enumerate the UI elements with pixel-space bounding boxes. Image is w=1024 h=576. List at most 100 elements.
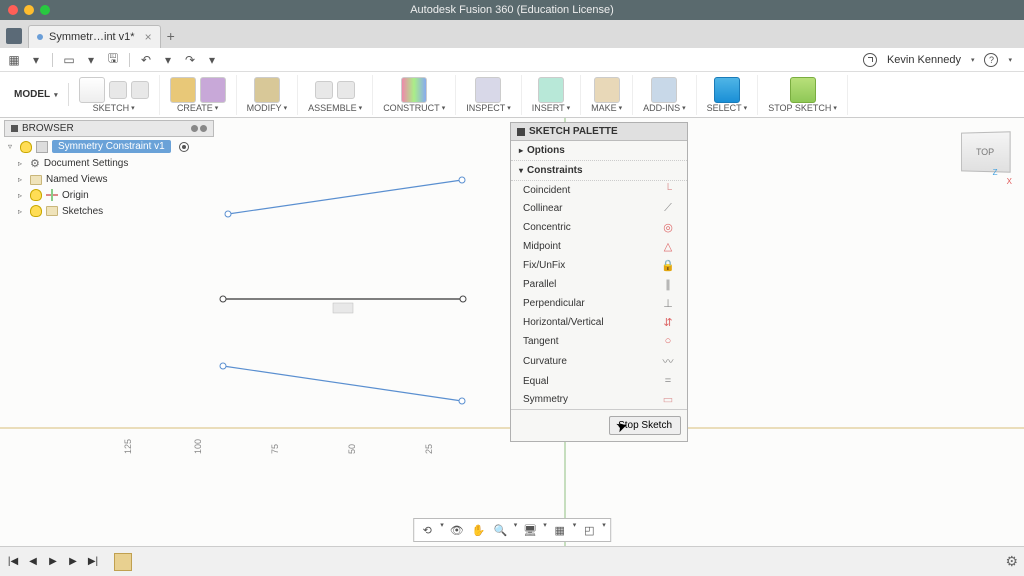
redo-button[interactable]: ↷ bbox=[182, 52, 198, 68]
pan-button[interactable]: ✋ bbox=[470, 521, 488, 539]
new-tab-button[interactable]: + bbox=[167, 28, 175, 48]
inspect-group-label[interactable]: INSPECT▾ bbox=[466, 103, 511, 113]
timeline-play-button[interactable]: ▶ bbox=[46, 555, 60, 569]
undo-button[interactable]: ↶ bbox=[138, 52, 154, 68]
constraint-collinear[interactable]: Collinear⟋ bbox=[511, 199, 687, 218]
browser-pin-icon-2[interactable] bbox=[200, 125, 207, 132]
minimize-window-button[interactable] bbox=[24, 5, 34, 15]
display-button[interactable]: 🖥 bbox=[521, 521, 539, 539]
visibility-bulb-icon[interactable] bbox=[30, 205, 42, 217]
constraint-tangent[interactable]: Tangent○ bbox=[511, 332, 687, 350]
constraint-coincident[interactable]: Coincident└ bbox=[511, 181, 687, 199]
tree-item-document-settings[interactable]: ▹⚙ Document Settings bbox=[4, 155, 214, 172]
viewport-button[interactable]: ◰ bbox=[580, 521, 598, 539]
constraint-fix-unfix[interactable]: Fix/UnFix🔒 bbox=[511, 256, 687, 275]
palette-header[interactable]: SKETCH PALETTE bbox=[511, 123, 687, 141]
help-icon[interactable]: ? bbox=[984, 53, 998, 67]
viewport-dropdown[interactable]: ▾ bbox=[602, 521, 606, 539]
sketch-rect-icon[interactable] bbox=[131, 81, 149, 99]
zoom-button[interactable]: 🔍 bbox=[492, 521, 510, 539]
tree-item-origin[interactable]: ▹ Origin bbox=[4, 187, 214, 203]
insert-group-label[interactable]: INSERT▾ bbox=[532, 103, 570, 113]
tree-root-label: Symmetry Constraint v1 bbox=[52, 140, 171, 153]
tree-root[interactable]: ▿ Symmetry Constraint v1 bbox=[4, 138, 214, 155]
plane-icon[interactable] bbox=[401, 77, 427, 103]
data-panel-dropdown[interactable]: ▾ bbox=[28, 52, 44, 68]
constraint-parallel[interactable]: Parallel∥ bbox=[511, 275, 687, 294]
constraint-perpendicular[interactable]: Perpendicular⊥ bbox=[511, 294, 687, 313]
measure-icon[interactable] bbox=[475, 77, 501, 103]
timeline-end-button[interactable]: ▶| bbox=[86, 555, 100, 569]
data-panel-button[interactable]: ▦ bbox=[6, 52, 22, 68]
orbit-button[interactable]: ⟲ bbox=[418, 521, 436, 539]
active-component-indicator-icon[interactable] bbox=[179, 142, 189, 152]
select-group-label[interactable]: SELECT▾ bbox=[707, 103, 748, 113]
modify-group-label[interactable]: MODIFY▾ bbox=[247, 103, 288, 113]
browser-pin-icon[interactable] bbox=[191, 125, 198, 132]
job-status-icon[interactable] bbox=[863, 53, 877, 67]
box-icon[interactable] bbox=[200, 77, 226, 103]
visibility-bulb-icon[interactable] bbox=[20, 141, 32, 153]
constraint-curvature[interactable]: Curvature〰 bbox=[511, 350, 687, 372]
display-dropdown[interactable]: ▾ bbox=[543, 521, 547, 539]
select-tool-icon[interactable] bbox=[714, 77, 740, 103]
palette-section-constraints[interactable]: ▾Constraints bbox=[511, 161, 687, 181]
grid-button[interactable]: ▦ bbox=[551, 521, 569, 539]
view-cube[interactable]: TOP bbox=[961, 131, 1011, 172]
press-pull-icon[interactable] bbox=[254, 77, 280, 103]
assemble-group-label[interactable]: ASSEMBLE▾ bbox=[308, 103, 362, 113]
scripts-icon[interactable] bbox=[651, 77, 677, 103]
help-dropdown[interactable]: ▾ bbox=[1008, 56, 1012, 64]
sketch-arc-icon[interactable] bbox=[109, 81, 127, 99]
timeline-next-button[interactable]: ▶ bbox=[66, 555, 80, 569]
orbit-dropdown[interactable]: ▾ bbox=[440, 521, 444, 539]
print-icon[interactable] bbox=[594, 77, 620, 103]
constraint-equal[interactable]: Equal= bbox=[511, 372, 687, 390]
extrude-icon[interactable] bbox=[170, 77, 196, 103]
timeline-bar: |◀ ◀ ▶ ▶ ▶| ⚙ bbox=[0, 546, 1024, 576]
maximize-window-button[interactable] bbox=[40, 5, 50, 15]
zoom-dropdown[interactable]: ▾ bbox=[514, 521, 518, 539]
user-menu-dropdown[interactable]: ▾ bbox=[971, 56, 975, 64]
look-at-button[interactable]: 👁 bbox=[448, 521, 466, 539]
contact-icon[interactable] bbox=[337, 81, 355, 99]
stop-sketch-icon[interactable] bbox=[790, 77, 816, 103]
browser-panel-header[interactable]: BROWSER bbox=[4, 120, 214, 137]
tree-item-named-views[interactable]: ▹ Named Views bbox=[4, 172, 214, 187]
file-menu-dropdown[interactable]: ▾ bbox=[83, 52, 99, 68]
close-tab-icon[interactable]: × bbox=[145, 30, 152, 44]
constraint-horizontal-vertical[interactable]: Horizontal/Vertical⇵ bbox=[511, 313, 687, 332]
stop-sketch-group-label[interactable]: STOP SKETCH▾ bbox=[768, 103, 837, 113]
sketch-group-label[interactable]: SKETCH▾ bbox=[93, 103, 135, 113]
palette-collapse-icon[interactable] bbox=[517, 128, 525, 136]
user-name[interactable]: Kevin Kennedy bbox=[887, 54, 961, 66]
browser-toggle-icon[interactable] bbox=[11, 125, 18, 132]
grid-dropdown[interactable]: ▾ bbox=[573, 521, 577, 539]
sketch-line-icon[interactable] bbox=[79, 77, 105, 103]
palette-section-options[interactable]: ▸Options bbox=[511, 141, 687, 161]
addins-group-label[interactable]: ADD-INS▾ bbox=[643, 103, 686, 113]
timeline-prev-button[interactable]: ◀ bbox=[26, 555, 40, 569]
redo-dropdown[interactable]: ▾ bbox=[204, 52, 220, 68]
create-group-label[interactable]: CREATE▾ bbox=[177, 103, 218, 113]
decal-icon[interactable] bbox=[538, 77, 564, 103]
close-window-button[interactable] bbox=[8, 5, 18, 15]
undo-dropdown[interactable]: ▾ bbox=[160, 52, 176, 68]
tree-item-sketches[interactable]: ▹ Sketches bbox=[4, 203, 214, 219]
workspace-switcher[interactable]: MODEL▾ bbox=[4, 83, 69, 106]
timeline-start-button[interactable]: |◀ bbox=[6, 555, 20, 569]
file-menu-button[interactable]: ▭ bbox=[61, 52, 77, 68]
joint-icon[interactable] bbox=[315, 81, 333, 99]
make-group-label[interactable]: MAKE▾ bbox=[591, 103, 622, 113]
save-button[interactable]: 🖫 bbox=[105, 52, 121, 68]
constraint-symmetry[interactable]: Symmetry▭ bbox=[511, 390, 687, 409]
construct-group-label[interactable]: CONSTRUCT▾ bbox=[383, 103, 445, 113]
app-home-icon[interactable] bbox=[6, 28, 22, 44]
document-tab[interactable]: Symmetr…int v1* × bbox=[28, 25, 161, 48]
equal-icon: = bbox=[661, 375, 675, 387]
visibility-bulb-icon[interactable] bbox=[30, 189, 42, 201]
timeline-feature-sketch[interactable] bbox=[114, 553, 132, 571]
constraint-midpoint[interactable]: Midpoint△ bbox=[511, 237, 687, 256]
constraint-concentric[interactable]: Concentric◎ bbox=[511, 218, 687, 237]
timeline-settings-icon[interactable]: ⚙ bbox=[1005, 553, 1018, 570]
